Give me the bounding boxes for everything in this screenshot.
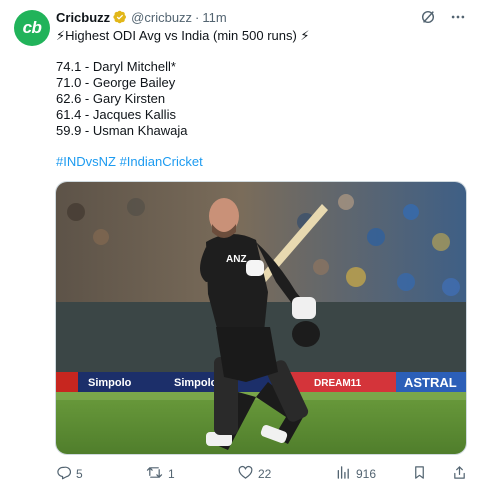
reply-button[interactable]: 5 bbox=[56, 466, 83, 482]
stats-list: 74.1 - Daryl Mitchell* 71.0 - George Bai… bbox=[56, 59, 310, 139]
reply-icon bbox=[56, 465, 72, 483]
repost-icon bbox=[146, 465, 163, 483]
tweet-photo[interactable]: Simpolo Simpolo DREAM11 ASTRAL ANZ bbox=[55, 181, 467, 455]
tweet-card[interactable]: cb Cricbuzz @cricbuzz · 11m ⚡Highest ODI… bbox=[0, 0, 479, 488]
stat-line: 62.6 - Gary Kirsten bbox=[56, 91, 166, 106]
share-button[interactable] bbox=[452, 466, 467, 482]
post-time[interactable]: 11m bbox=[202, 10, 226, 25]
top-icons bbox=[407, 8, 467, 26]
reply-count: 5 bbox=[76, 467, 83, 481]
board-text-3: DREAM11 bbox=[314, 378, 362, 389]
repost-count: 1 bbox=[168, 467, 175, 481]
stat-line: 71.0 - George Bailey bbox=[56, 75, 176, 90]
header-separator: · bbox=[195, 9, 200, 25]
tweet-text: ⚡Highest ODI Avg vs India (min 500 runs)… bbox=[56, 28, 310, 170]
action-bar: 5 1 22 916 bbox=[0, 465, 479, 483]
board-text-4: ASTRAL bbox=[404, 375, 457, 390]
bookmark-button[interactable] bbox=[412, 466, 427, 482]
hashtag-link[interactable]: #INDvsNZ bbox=[56, 154, 116, 169]
stat-line: 61.4 - Jacques Kallis bbox=[56, 107, 176, 122]
bookmark-icon bbox=[412, 465, 427, 483]
more-icon[interactable] bbox=[449, 8, 467, 26]
hashtag-link[interactable]: #IndianCricket bbox=[120, 154, 203, 169]
avatar[interactable]: cb bbox=[14, 10, 50, 46]
tweet-header: Cricbuzz @cricbuzz · 11m bbox=[56, 8, 227, 26]
like-count: 22 bbox=[258, 467, 272, 481]
stat-line: 74.1 - Daryl Mitchell* bbox=[56, 59, 176, 74]
account-handle[interactable]: @cricbuzz bbox=[131, 10, 192, 25]
grok-icon[interactable] bbox=[419, 8, 437, 26]
like-button[interactable]: 22 bbox=[238, 465, 272, 483]
tweet-title: ⚡Highest ODI Avg vs India (min 500 runs)… bbox=[56, 28, 310, 43]
views-icon bbox=[336, 465, 351, 483]
board-text-1: Simpolo bbox=[88, 377, 132, 389]
jersey-sponsor-text: ANZ bbox=[226, 254, 247, 265]
views-count: 916 bbox=[356, 467, 377, 481]
verified-badge-icon bbox=[113, 10, 127, 24]
photo-illustration: Simpolo Simpolo DREAM11 ASTRAL ANZ bbox=[56, 182, 466, 454]
stat-line: 59.9 - Usman Khawaja bbox=[56, 123, 188, 138]
board-text-2: Simpolo bbox=[174, 377, 218, 389]
account-name[interactable]: Cricbuzz bbox=[56, 10, 110, 25]
share-icon bbox=[452, 465, 467, 483]
hashtags: #INDvsNZ #IndianCricket bbox=[56, 154, 310, 170]
repost-button[interactable]: 1 bbox=[146, 466, 175, 482]
heart-icon bbox=[238, 465, 253, 483]
avatar-logo-text: cb bbox=[22, 18, 42, 37]
views-button[interactable]: 916 bbox=[336, 466, 376, 482]
